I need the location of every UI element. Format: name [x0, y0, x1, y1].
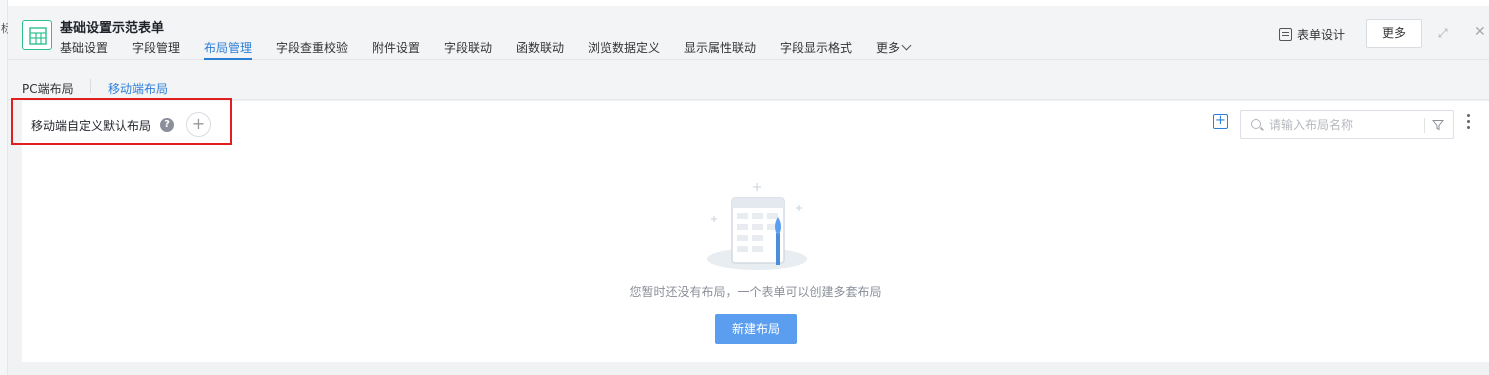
chevron-down-icon	[901, 40, 912, 51]
help-icon[interactable]: ?	[160, 118, 174, 132]
close-icon[interactable]: ✕	[1474, 25, 1486, 39]
more-button[interactable]: 更多	[1366, 19, 1422, 48]
filter-icon[interactable]	[1432, 119, 1444, 131]
empty-layout-illustration	[707, 183, 807, 270]
search-divider	[1424, 118, 1425, 133]
form-design-label: 表单设计	[1297, 27, 1346, 42]
subtab-mobile-layout[interactable]: 移动端布局	[108, 80, 168, 97]
table-grid-icon	[22, 20, 52, 50]
dialog-header: 基础设置示范表单 基础设置 字段管理 布局管理 字段查重校验 附件设置 字段联动…	[8, 6, 1489, 60]
mobile-default-layout-title: 移动端自定义默认布局	[31, 119, 152, 133]
tab-function-linkage[interactable]: 函数联动	[516, 39, 564, 60]
tab-more[interactable]: 更多	[876, 39, 912, 60]
layout-search-input[interactable]	[1269, 115, 1419, 135]
form-design-button[interactable]: 表单设计	[1279, 25, 1345, 43]
dialog-window: 基础设置示范表单 基础设置 字段管理 布局管理 字段查重校验 附件设置 字段联动…	[8, 6, 1489, 375]
new-layout-button[interactable]: 新建布局	[715, 314, 797, 344]
tab-layout-management[interactable]: 布局管理	[204, 39, 253, 60]
tab-field-management[interactable]: 字段管理	[132, 39, 180, 60]
tab-more-label: 更多	[876, 41, 901, 55]
tab-basic-settings[interactable]: 基础设置	[60, 39, 108, 60]
subtab-divider	[90, 79, 91, 93]
expand-icon[interactable]: ⤢	[1438, 27, 1450, 39]
add-layout-circle-button[interactable]: +	[186, 112, 211, 137]
form-title: 基础设置示范表单	[60, 21, 165, 36]
tab-browse-data-definition[interactable]: 浏览数据定义	[588, 39, 660, 60]
tab-field-linkage[interactable]: 字段联动	[444, 39, 492, 60]
add-square-icon[interactable]: +	[1213, 114, 1228, 129]
tab-attachment-settings[interactable]: 附件设置	[372, 39, 420, 60]
empty-state-message: 您暂时还没有布局，一个表单可以创建多套布局	[629, 285, 882, 299]
layout-subtab-bar: PC端布局 移动端布局	[8, 61, 1489, 100]
more-options-icon[interactable]	[1467, 114, 1471, 130]
tab-display-property-linkage[interactable]: 显示属性联动	[684, 39, 756, 60]
layout-panel: 移动端自定义默认布局 ? + + 请输入布局名称 您暂时还没有布局，一个表单可以…	[22, 101, 1489, 362]
left-edge-strip: 标	[0, 0, 12, 375]
subtab-pc-layout[interactable]: PC端布局	[22, 80, 74, 97]
tab-field-duplicate-check[interactable]: 字段查重校验	[276, 39, 348, 60]
layout-search-box	[1240, 110, 1454, 139]
form-design-icon	[1279, 27, 1292, 41]
search-icon	[1251, 119, 1261, 129]
tab-field-display-format[interactable]: 字段显示格式	[780, 39, 852, 60]
